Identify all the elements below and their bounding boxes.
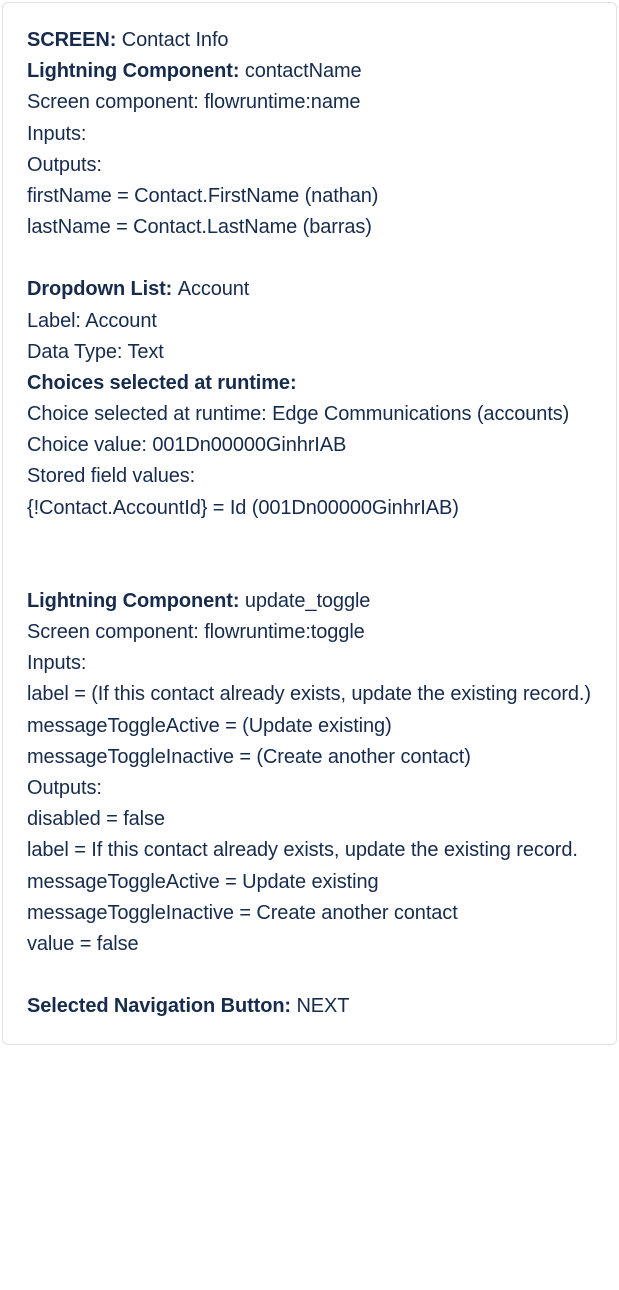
- stored-field-value-accountid: {!Contact.AccountId} = Id (001Dn00000Gin…: [27, 493, 592, 524]
- dropdown-list-value: Account: [178, 278, 250, 300]
- screen-label: SCREEN:: [27, 29, 122, 51]
- lightning-component-value-2: update_toggle: [245, 590, 371, 612]
- inputs-label: Inputs:: [27, 119, 592, 150]
- selected-navigation-label: Selected Navigation Button:: [27, 995, 296, 1017]
- output-firstname: firstName = Contact.FirstName (nathan): [27, 181, 592, 212]
- screen-component-row: Screen component: flowruntime:name: [27, 87, 592, 118]
- outputs-label-2: Outputs:: [27, 773, 592, 804]
- lightning-component-label-2: Lightning Component:: [27, 590, 245, 612]
- inputs-label-2: Inputs:: [27, 648, 592, 679]
- screen-value: Contact Info: [122, 29, 229, 51]
- output-message-toggle-active: messageToggleActive = Update existing: [27, 867, 592, 898]
- dropdown-list-row: Dropdown List: Account: [27, 274, 592, 305]
- section-spacer: [27, 243, 592, 274]
- lightning-component-value: contactName: [245, 60, 362, 82]
- choice-value: Choice value: 001Dn00000GinhrIAB: [27, 430, 592, 461]
- output-value: value = false: [27, 929, 592, 960]
- input-message-toggle-inactive: messageToggleInactive = (Create another …: [27, 742, 592, 773]
- output-message-toggle-inactive: messageToggleInactive = Create another c…: [27, 898, 592, 929]
- dropdown-datatype-row: Data Type: Text: [27, 337, 592, 368]
- output-lastname: lastName = Contact.LastName (barras): [27, 212, 592, 243]
- input-message-toggle-active: messageToggleActive = (Update existing): [27, 711, 592, 742]
- stored-field-values-label: Stored field values:: [27, 461, 592, 492]
- output-label: label = If this contact already exists, …: [27, 835, 592, 866]
- section-spacer: [27, 555, 592, 586]
- dropdown-list-label: Dropdown List:: [27, 278, 178, 300]
- outputs-label: Outputs:: [27, 150, 592, 181]
- lightning-component-label: Lightning Component:: [27, 60, 245, 82]
- debug-log-card: SCREEN: Contact Info Lightning Component…: [2, 2, 617, 1045]
- lightning-component-row-2: Lightning Component: update_toggle: [27, 586, 592, 617]
- lightning-component-row: Lightning Component: contactName: [27, 56, 592, 87]
- screen-header: SCREEN: Contact Info: [27, 25, 592, 56]
- dropdown-label-row: Label: Account: [27, 306, 592, 337]
- selected-navigation-row: Selected Navigation Button: NEXT: [27, 991, 592, 1022]
- section-spacer: [27, 960, 592, 991]
- selected-navigation-value: NEXT: [296, 995, 349, 1017]
- input-label: label = (If this contact already exists,…: [27, 679, 592, 710]
- choice-selected-runtime: Choice selected at runtime: Edge Communi…: [27, 399, 592, 430]
- output-disabled: disabled = false: [27, 804, 592, 835]
- screen-component-row-2: Screen component: flowruntime:toggle: [27, 617, 592, 648]
- section-spacer: [27, 524, 592, 555]
- choices-selected-header: Choices selected at runtime:: [27, 368, 592, 399]
